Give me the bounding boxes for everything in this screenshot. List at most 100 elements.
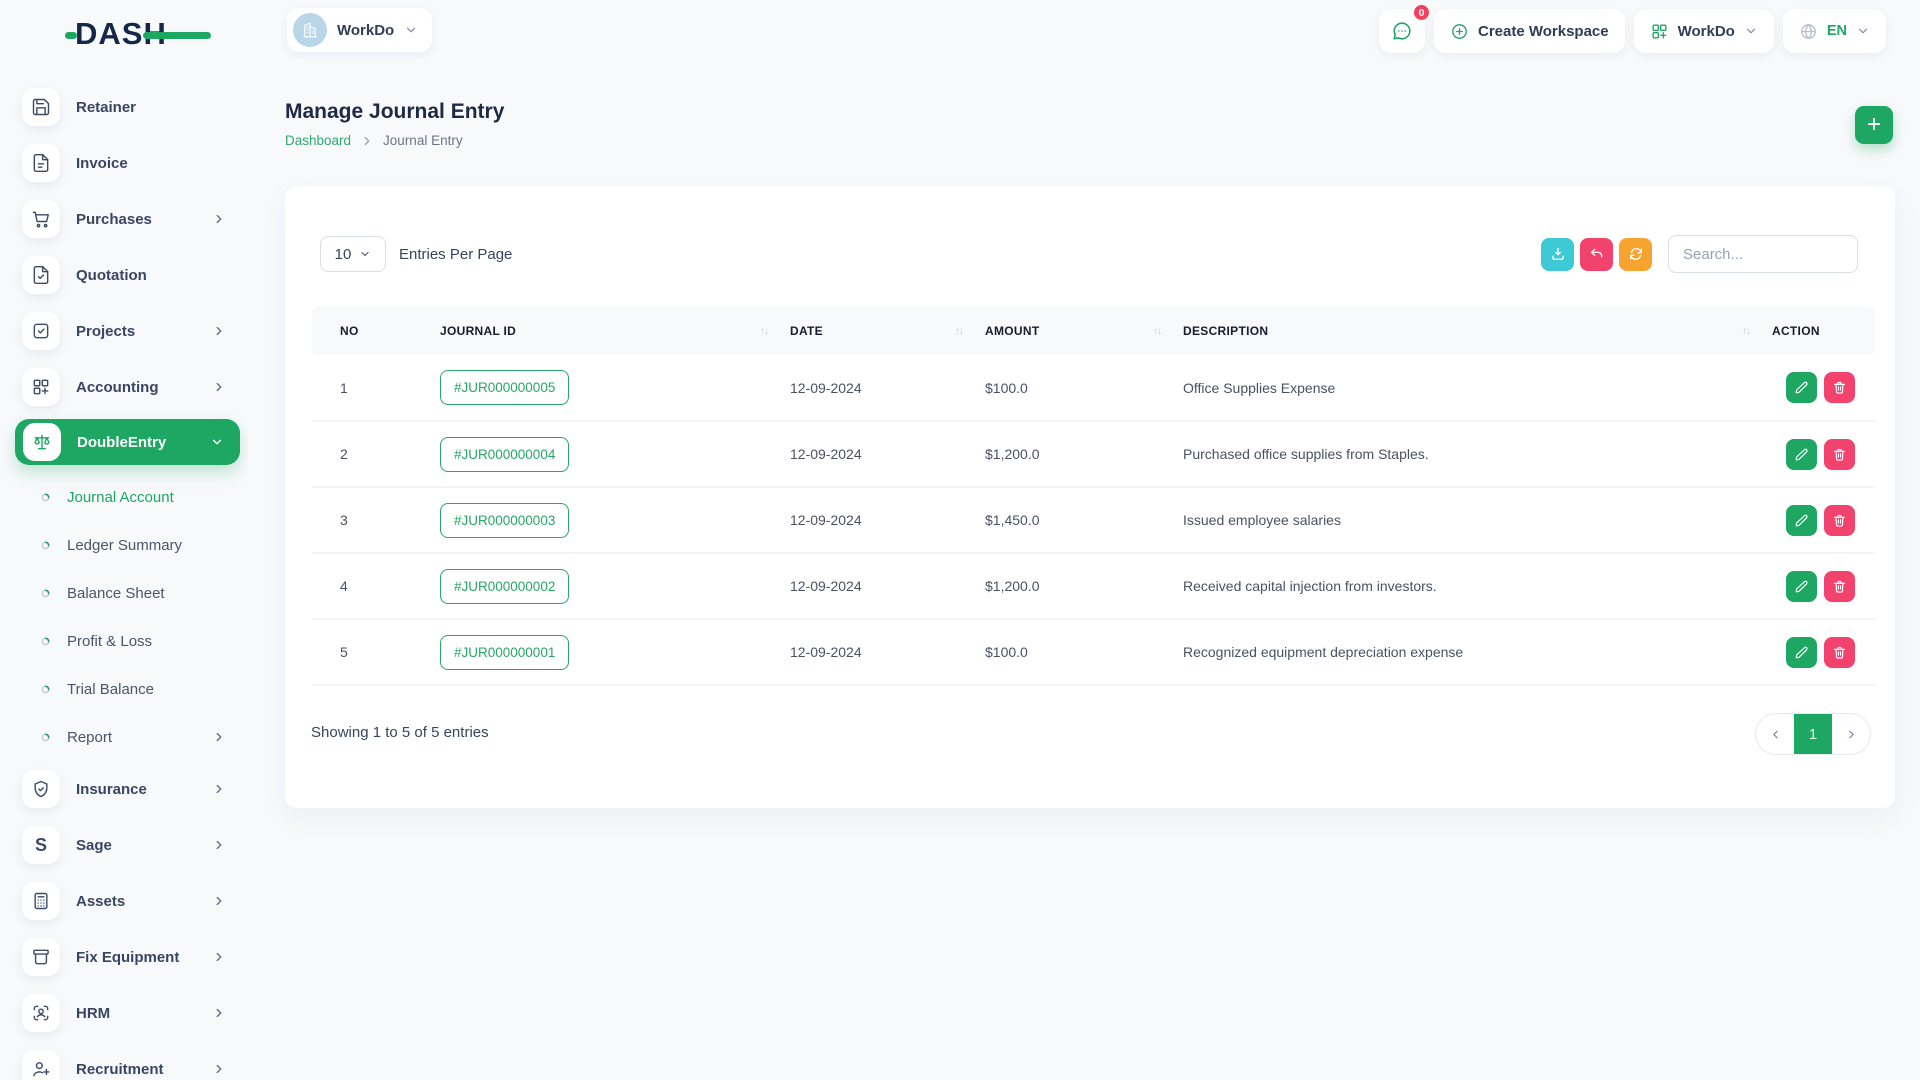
delete-button[interactable] (1824, 372, 1855, 403)
apps-menu-label: WorkDo (1677, 22, 1735, 40)
row-date: 12-09-2024 (790, 421, 985, 488)
edit-button[interactable] (1786, 636, 1817, 668)
sidebar-item-quotation[interactable]: Quotation (0, 247, 248, 303)
building-icon (301, 21, 319, 39)
journal-id-badge[interactable]: #JUR000000001 (440, 634, 570, 670)
sidebar-item-label: Ledger Summary (67, 536, 183, 554)
delete-button[interactable] (1824, 504, 1855, 536)
delete-button[interactable] (1824, 438, 1855, 470)
assets-icon (31, 891, 51, 911)
create-workspace-button[interactable]: Create Workspace (1433, 9, 1625, 53)
trash-icon (1832, 380, 1847, 395)
delete-button[interactable] (1824, 570, 1855, 602)
sidebar-item-label: Purchases (76, 210, 152, 228)
journal-entries-table-wrap: NO JOURNAL ID ↑↓ DATE ↑↓ AMOUNT ↑↓ DESCRIPTION ↑… (312, 307, 1875, 686)
row-no: 1 (312, 355, 440, 422)
column-header-journal-id[interactable]: JOURNAL ID ↑↓ (440, 307, 790, 355)
edit-button[interactable] (1786, 504, 1817, 536)
row-amount: $100.0 (985, 355, 1183, 422)
entries-per-page-select[interactable]: 10 (320, 236, 386, 272)
sidebar-item-balance-sheet[interactable]: Balance Sheet (0, 569, 248, 617)
table-header-row: NO JOURNAL ID ↑↓ DATE ↑↓ AMOUNT ↑↓ DESCRIPTION ↑… (312, 307, 1875, 355)
pencil-icon (1794, 513, 1809, 528)
sidebar-item-label: Projects (76, 322, 136, 340)
sidebar-item-fix-equipment[interactable]: Fix Equipment (0, 929, 248, 985)
sidebar-item-ledger-summary[interactable]: Ledger Summary (0, 521, 248, 569)
reset-button[interactable] (1580, 237, 1613, 271)
column-header-amount[interactable]: AMOUNT ↑↓ (985, 307, 1183, 355)
sidebar-item-label: Trial Balance (67, 680, 154, 698)
journal-id-badge[interactable]: #JUR000000003 (440, 502, 570, 538)
table-row: 1 #JUR000000005 12-09-2024 $100.0 Office Sup… (312, 355, 1875, 422)
sidebar-item-trial-balance[interactable]: Trial Balance (0, 665, 248, 713)
column-header-action: ACTION (1772, 307, 1875, 355)
sort-icon[interactable]: ↑↓ (1742, 326, 1751, 337)
donut-icon (40, 636, 51, 647)
sort-icon[interactable]: ↑↓ (760, 326, 769, 337)
sidebar-item-recruitment[interactable]: Recruitment (0, 1041, 248, 1080)
accounting-icon (31, 377, 51, 397)
row-description: Recognized equipment depreciation expens… (1183, 619, 1772, 686)
chat-icon (1391, 20, 1413, 42)
language-selector[interactable]: EN (1782, 9, 1886, 53)
sort-icon[interactable]: ↑↓ (1153, 326, 1162, 337)
sidebar-item-journal-account[interactable]: Journal Account (0, 473, 248, 521)
workspace-switcher[interactable]: WorkDo (287, 8, 433, 52)
pagination-next-button[interactable] (1832, 714, 1870, 754)
row-amount: $1,200.0 (985, 553, 1183, 620)
trash-icon (1832, 579, 1847, 594)
column-header-no: NO (312, 307, 440, 355)
chevron-right-icon (212, 1006, 226, 1020)
search-input[interactable] (1668, 235, 1858, 273)
edit-button[interactable] (1786, 372, 1817, 403)
row-amount: $100.0 (985, 619, 1183, 686)
logo-accent-bar (143, 32, 211, 39)
top-header: DASH WorkDo 0 Create Workspace WorkDo EN (0, 0, 1920, 72)
chevron-right-icon (1845, 728, 1858, 741)
sidebar-item-hrm[interactable]: HRM (0, 985, 248, 1041)
apps-menu-button[interactable]: WorkDo (1633, 9, 1774, 53)
sage-letter-icon: S (34, 834, 47, 855)
journal-entry-card: 10 Entries Per Page NOJOURNAL ID↑↓DATE↑↓… (285, 186, 1895, 808)
sidebar-item-label: Retainer (76, 98, 137, 116)
breadcrumb-dashboard-link[interactable]: Dashboard (285, 133, 351, 148)
column-header-description[interactable]: DESCRIPTION ↑↓ (1183, 307, 1772, 355)
pagination-prev-button[interactable] (1756, 714, 1794, 754)
chevron-right-icon (212, 838, 226, 852)
sidebar-item-doubleentry[interactable]: DoubleEntry (15, 419, 240, 465)
chevron-down-icon (359, 248, 371, 260)
sidebar-item-invoice[interactable]: Invoice (0, 135, 248, 191)
messages-count-badge: 0 (1411, 3, 1431, 22)
sidebar-item-profit-loss[interactable]: Profit & Loss (0, 617, 248, 665)
export-download-button[interactable] (1541, 237, 1574, 271)
pagination-page-1[interactable]: 1 (1794, 714, 1832, 754)
showing-entries-text: Showing 1 to 5 of 5 entries (311, 724, 489, 741)
sidebar-item-report[interactable]: Report (0, 713, 248, 761)
sidebar-item-label: Fix Equipment (76, 948, 180, 966)
trash-icon (1832, 447, 1847, 462)
sidebar-item-insurance[interactable]: Insurance (0, 761, 248, 817)
edit-button[interactable] (1786, 438, 1817, 470)
sort-icon[interactable]: ↑↓ (955, 326, 964, 337)
sidebar-item-accounting[interactable]: Accounting (0, 359, 248, 415)
add-journal-entry-button[interactable]: + (1855, 106, 1893, 144)
edit-button[interactable] (1786, 570, 1817, 602)
app-logo[interactable]: DASH (65, 16, 215, 56)
sidebar-item-purchases[interactable]: Purchases (0, 191, 248, 247)
row-amount: $1,200.0 (985, 421, 1183, 488)
sidebar-item-retainer[interactable]: Retainer (0, 79, 248, 135)
column-header-date[interactable]: DATE ↑↓ (790, 307, 985, 355)
sidebar-item-assets[interactable]: Assets (0, 873, 248, 929)
retainer-icon (31, 97, 51, 117)
journal-id-badge[interactable]: #JUR000000002 (440, 568, 570, 604)
quotation-icon (31, 265, 51, 285)
refresh-button[interactable] (1619, 237, 1652, 271)
messages-button[interactable]: 0 (1378, 3, 1431, 53)
sidebar-item-projects[interactable]: Projects (0, 303, 248, 359)
pencil-icon (1794, 645, 1809, 660)
journal-id-badge[interactable]: #JUR000000004 (440, 436, 570, 472)
pagination: 1 (1755, 713, 1871, 755)
delete-button[interactable] (1824, 636, 1855, 668)
journal-id-badge[interactable]: #JUR000000005 (440, 370, 570, 405)
sidebar-item-sage[interactable]: S Sage (0, 817, 248, 873)
